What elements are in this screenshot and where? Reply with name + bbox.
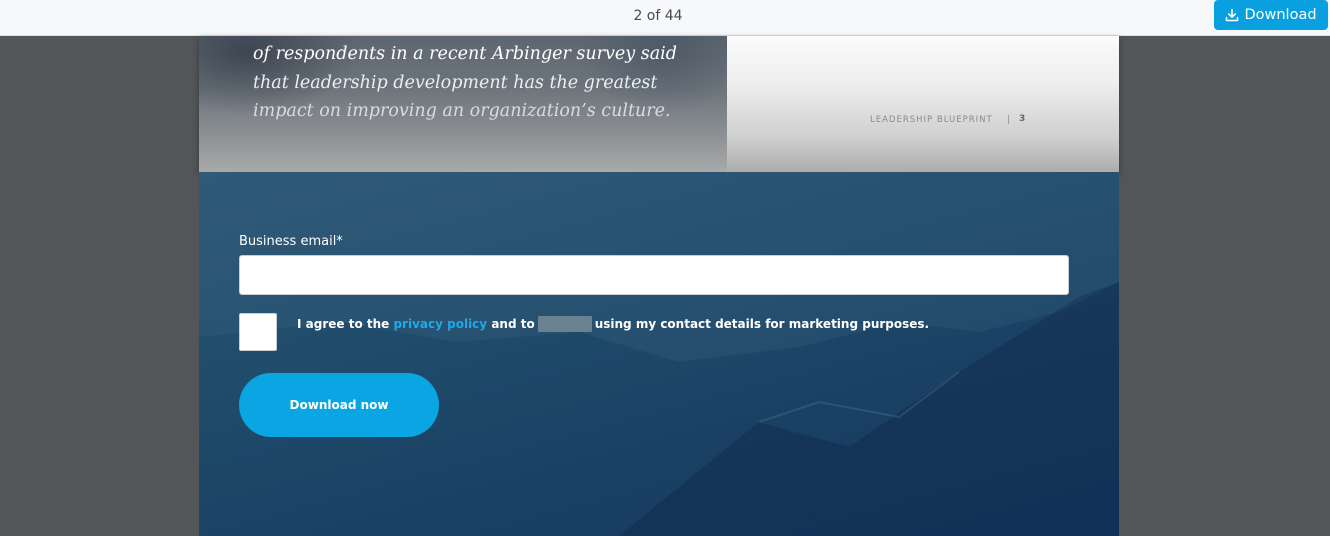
consent-checkbox[interactable] bbox=[239, 313, 277, 351]
page-indicator: 2 of 44 bbox=[633, 8, 683, 24]
document-page: of respondents in a recent Arbinger surv… bbox=[199, 36, 1119, 172]
download-button[interactable]: Download bbox=[1214, 0, 1328, 30]
privacy-policy-link[interactable]: privacy policy bbox=[393, 317, 487, 331]
consent-prefix: I agree to the bbox=[297, 317, 390, 331]
background-texture bbox=[199, 172, 1119, 536]
download-form: Business email* I agree to the privacy p… bbox=[199, 172, 1119, 536]
download-now-button[interactable]: Download now bbox=[239, 373, 439, 437]
page-footer-panel: LEADERSHIP BLUEPRINT | 3 bbox=[727, 36, 1119, 172]
quote-panel: of respondents in a recent Arbinger surv… bbox=[199, 36, 727, 172]
download-button-label: Download bbox=[1244, 7, 1317, 23]
viewer-toolbar: 2 of 44 Download bbox=[0, 0, 1330, 36]
quote-line: impact on improving an organization’s cu… bbox=[253, 101, 671, 121]
quote-text: of respondents in a recent Arbinger surv… bbox=[253, 40, 693, 126]
quote-line: that leadership development has the grea… bbox=[253, 72, 658, 93]
consent-text: I agree to the privacy policy and to usin… bbox=[297, 316, 929, 332]
footer-separator: | bbox=[1007, 115, 1010, 125]
quote-line: of respondents in a recent Arbinger surv… bbox=[253, 44, 677, 64]
redacted-company-name bbox=[537, 316, 592, 332]
email-field[interactable] bbox=[239, 255, 1069, 295]
page-number: 3 bbox=[1019, 114, 1026, 124]
consent-middle: and to bbox=[491, 317, 535, 331]
email-label: Business email* bbox=[239, 234, 343, 249]
consent-suffix: using my contact details for marketing p… bbox=[594, 317, 930, 331]
footer-label: LEADERSHIP BLUEPRINT bbox=[870, 115, 993, 125]
download-icon bbox=[1225, 8, 1239, 22]
